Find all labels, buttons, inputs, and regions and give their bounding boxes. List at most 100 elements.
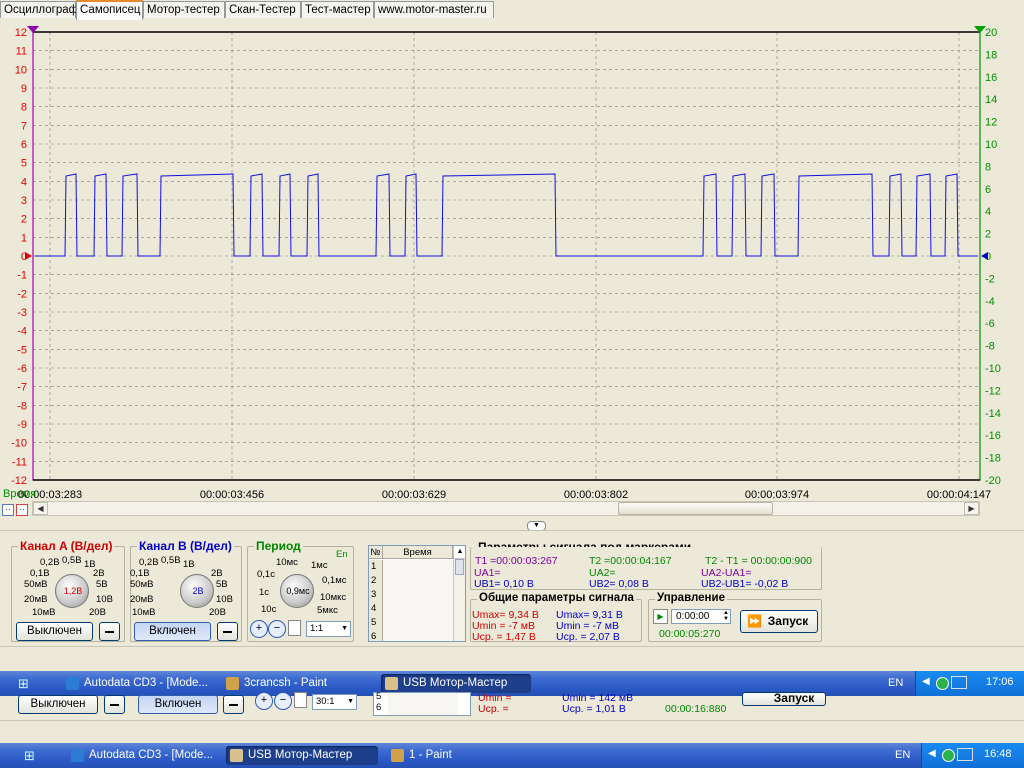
taskbar-item-paint[interactable]: 3crancsh - Paint xyxy=(222,674,372,693)
tray-green-icon[interactable] xyxy=(936,677,949,690)
ghost-page-icon[interactable] xyxy=(294,692,307,708)
tab-recorder[interactable]: Самописец xyxy=(76,0,143,20)
period-knob[interactable]: 0,9мс xyxy=(280,574,314,608)
zoom-out-icon[interactable]: − xyxy=(268,620,286,638)
table-scrollbar[interactable]: ▲ xyxy=(453,546,465,641)
scroll-left-icon[interactable]: ◀ xyxy=(33,502,48,515)
marker-a-button[interactable]: ·· xyxy=(2,504,14,516)
channel-a-toggle-button[interactable]: Выключен xyxy=(16,622,93,641)
ghost-chevron-down-icon[interactable]: ▼ xyxy=(347,695,354,709)
ghost-channel-b-button[interactable]: Включен xyxy=(138,695,218,714)
zoom-select[interactable]: 1:1 ▼ xyxy=(306,621,351,637)
left-axis-tick-label: 11 xyxy=(16,46,27,58)
tray-monitor-icon[interactable] xyxy=(957,748,973,761)
taskbar-item-autodata[interactable]: Autodata CD3 - [Mode... xyxy=(67,746,217,765)
system-tray: ◀ 17:06 xyxy=(915,671,1024,696)
time-axis-label: Время xyxy=(3,488,37,500)
taskbar-item-paint[interactable]: 1 - Paint xyxy=(387,746,537,765)
table-row[interactable]: 3 xyxy=(369,588,453,602)
tab-motor-tester[interactable]: Мотор-тестер xyxy=(143,1,225,18)
page-icon[interactable] xyxy=(288,620,301,636)
spinner-arrows-icon[interactable]: ▲ ▼ xyxy=(723,610,729,622)
taskbar-item-autodata[interactable]: Autodata CD3 - [Mode... xyxy=(62,674,212,693)
ghost-zoom-in-icon[interactable]: + xyxy=(255,692,273,710)
left-axis-tick-label: -2 xyxy=(17,288,27,300)
tab-scan-tester[interactable]: Скан-Тестер xyxy=(225,1,301,18)
ghost-start-button[interactable]: Запуск xyxy=(742,692,826,706)
chevron-down-icon[interactable]: ▼ xyxy=(341,622,348,636)
right-axis-tick-label: -16 xyxy=(985,430,1001,442)
ghost-zoom-select[interactable]: 30:1 ▼ xyxy=(312,694,357,710)
table-scroll-thumb[interactable] xyxy=(455,559,464,575)
left-axis-tick-label: 5 xyxy=(21,158,27,170)
tray-monitor-icon[interactable] xyxy=(951,676,967,689)
clock[interactable]: 17:06 xyxy=(986,676,1014,688)
zoom-in-icon[interactable]: + xyxy=(250,620,268,638)
table-header-time: Время xyxy=(383,546,453,559)
taskbar-item-motor-master[interactable]: USB Мотор-Мастер xyxy=(226,746,378,765)
ghost-zoom-value: 30:1 xyxy=(316,696,335,707)
tab-website[interactable]: www.motor-master.ru xyxy=(374,1,494,18)
left-axis-tick-label: -6 xyxy=(17,363,27,375)
ghost-invert-b-button[interactable] xyxy=(223,695,244,714)
taskbar-top: ⊞ Autodata CD3 - [Mode... 3crancsh - Pai… xyxy=(0,671,1024,696)
table-row[interactable]: 5 xyxy=(369,616,453,630)
tray-arrow-icon[interactable]: ◀ xyxy=(928,748,936,759)
time-spinner-value: 0:00:00 xyxy=(676,611,710,622)
language-indicator[interactable]: EN xyxy=(888,677,903,689)
left-axis-tick-label: -8 xyxy=(17,400,27,412)
left-axis-tick-label: 6 xyxy=(21,139,27,151)
time-tick-label: 00:00:03:802 xyxy=(564,489,628,501)
taskbar-item-motor-master[interactable]: USB Мотор-Мастер xyxy=(381,674,531,693)
dial-label: 1с xyxy=(259,587,270,598)
dial-label: 0,1мс xyxy=(322,575,347,586)
scroll-right-icon[interactable]: ▶ xyxy=(964,502,979,515)
tab-test-master[interactable]: Тест-мастер xyxy=(301,1,374,18)
autodata-icon xyxy=(71,749,84,762)
channel-b-invert-button[interactable] xyxy=(217,622,238,641)
motor-master-icon xyxy=(230,749,243,762)
ghost-channel-a-button[interactable]: Выключен xyxy=(18,695,98,714)
dt-value: T2 - T1 = 00:00:00:900 xyxy=(705,555,812,567)
channel-b-toggle-button[interactable]: Включен xyxy=(134,622,211,641)
dial-label: 0,2В xyxy=(139,557,159,568)
channel-b-knob[interactable]: 2В xyxy=(180,574,214,608)
marker-table[interactable]: № Время 1 2 3 4 5 6 ▲ xyxy=(368,545,466,642)
tab-oscilloscope[interactable]: Осциллограф xyxy=(0,1,78,18)
scroll-up-icon[interactable]: ▲ xyxy=(454,546,465,559)
play-icon[interactable]: ▶ xyxy=(653,609,668,624)
tray-arrow-icon[interactable]: ◀ xyxy=(922,676,930,687)
dial-label: 0,1В xyxy=(130,568,150,579)
marker-b-button[interactable]: ·· xyxy=(16,504,28,516)
windows-start-icon[interactable]: ⊞ xyxy=(24,748,42,763)
ghost-invert-a-button[interactable] xyxy=(104,695,125,714)
time-spinner[interactable]: 0:00:00 ▲ ▼ xyxy=(671,609,731,624)
table-row[interactable]: 6 xyxy=(369,630,453,641)
language-indicator[interactable]: EN xyxy=(895,749,910,761)
taskbar-item-label: 3crancsh - Paint xyxy=(244,677,328,689)
start-button[interactable]: ⏩ Запуск xyxy=(740,610,818,633)
graph-canvas[interactable]: 1211109876543210-1-2-3-4-5-6-7-8-9-10-11… xyxy=(0,20,1024,502)
fast-forward-icon: ⏩ xyxy=(747,614,762,628)
ghost-table[interactable]: 5 6 xyxy=(373,691,471,716)
time-scrollbar[interactable]: ◀ ▶ xyxy=(32,501,980,516)
channel-a-invert-button[interactable] xyxy=(99,622,120,641)
tray-green-icon[interactable] xyxy=(942,749,955,762)
scroll-thumb[interactable] xyxy=(618,502,773,515)
channel-a-knob[interactable]: 1,2В xyxy=(55,574,89,608)
recorder-graph[interactable]: 12 11 10 9 8 7 6 5 4 3 2 1 0 -1 -2 -3 -4 -5 -6 -7 -8 -9 -10 -11… xyxy=(0,20,1024,502)
right-axis-tick-label: -2 xyxy=(985,273,995,285)
left-axis-tick-label: 4 xyxy=(21,176,27,188)
tab-bar: Осциллограф Самописец Мотор-тестер Скан-… xyxy=(0,0,1024,20)
left-axis-tick-label: 8 xyxy=(21,102,27,114)
motor-master-icon xyxy=(385,677,398,690)
dial-label: 0,2В xyxy=(40,557,60,568)
clock[interactable]: 16:48 xyxy=(984,748,1012,760)
ghost-zoom-out-icon[interactable]: − xyxy=(274,692,292,710)
table-row[interactable]: 1 xyxy=(369,560,453,574)
control-panel: Управление ▶ 0:00:00 ▲ ▼ 00:00:05:270 ⏩ За… xyxy=(648,592,822,642)
windows-start-icon[interactable]: ⊞ xyxy=(18,676,36,691)
table-row[interactable]: 4 xyxy=(369,602,453,616)
table-row[interactable]: 2 xyxy=(369,574,453,588)
table-header-num: № xyxy=(369,546,383,559)
